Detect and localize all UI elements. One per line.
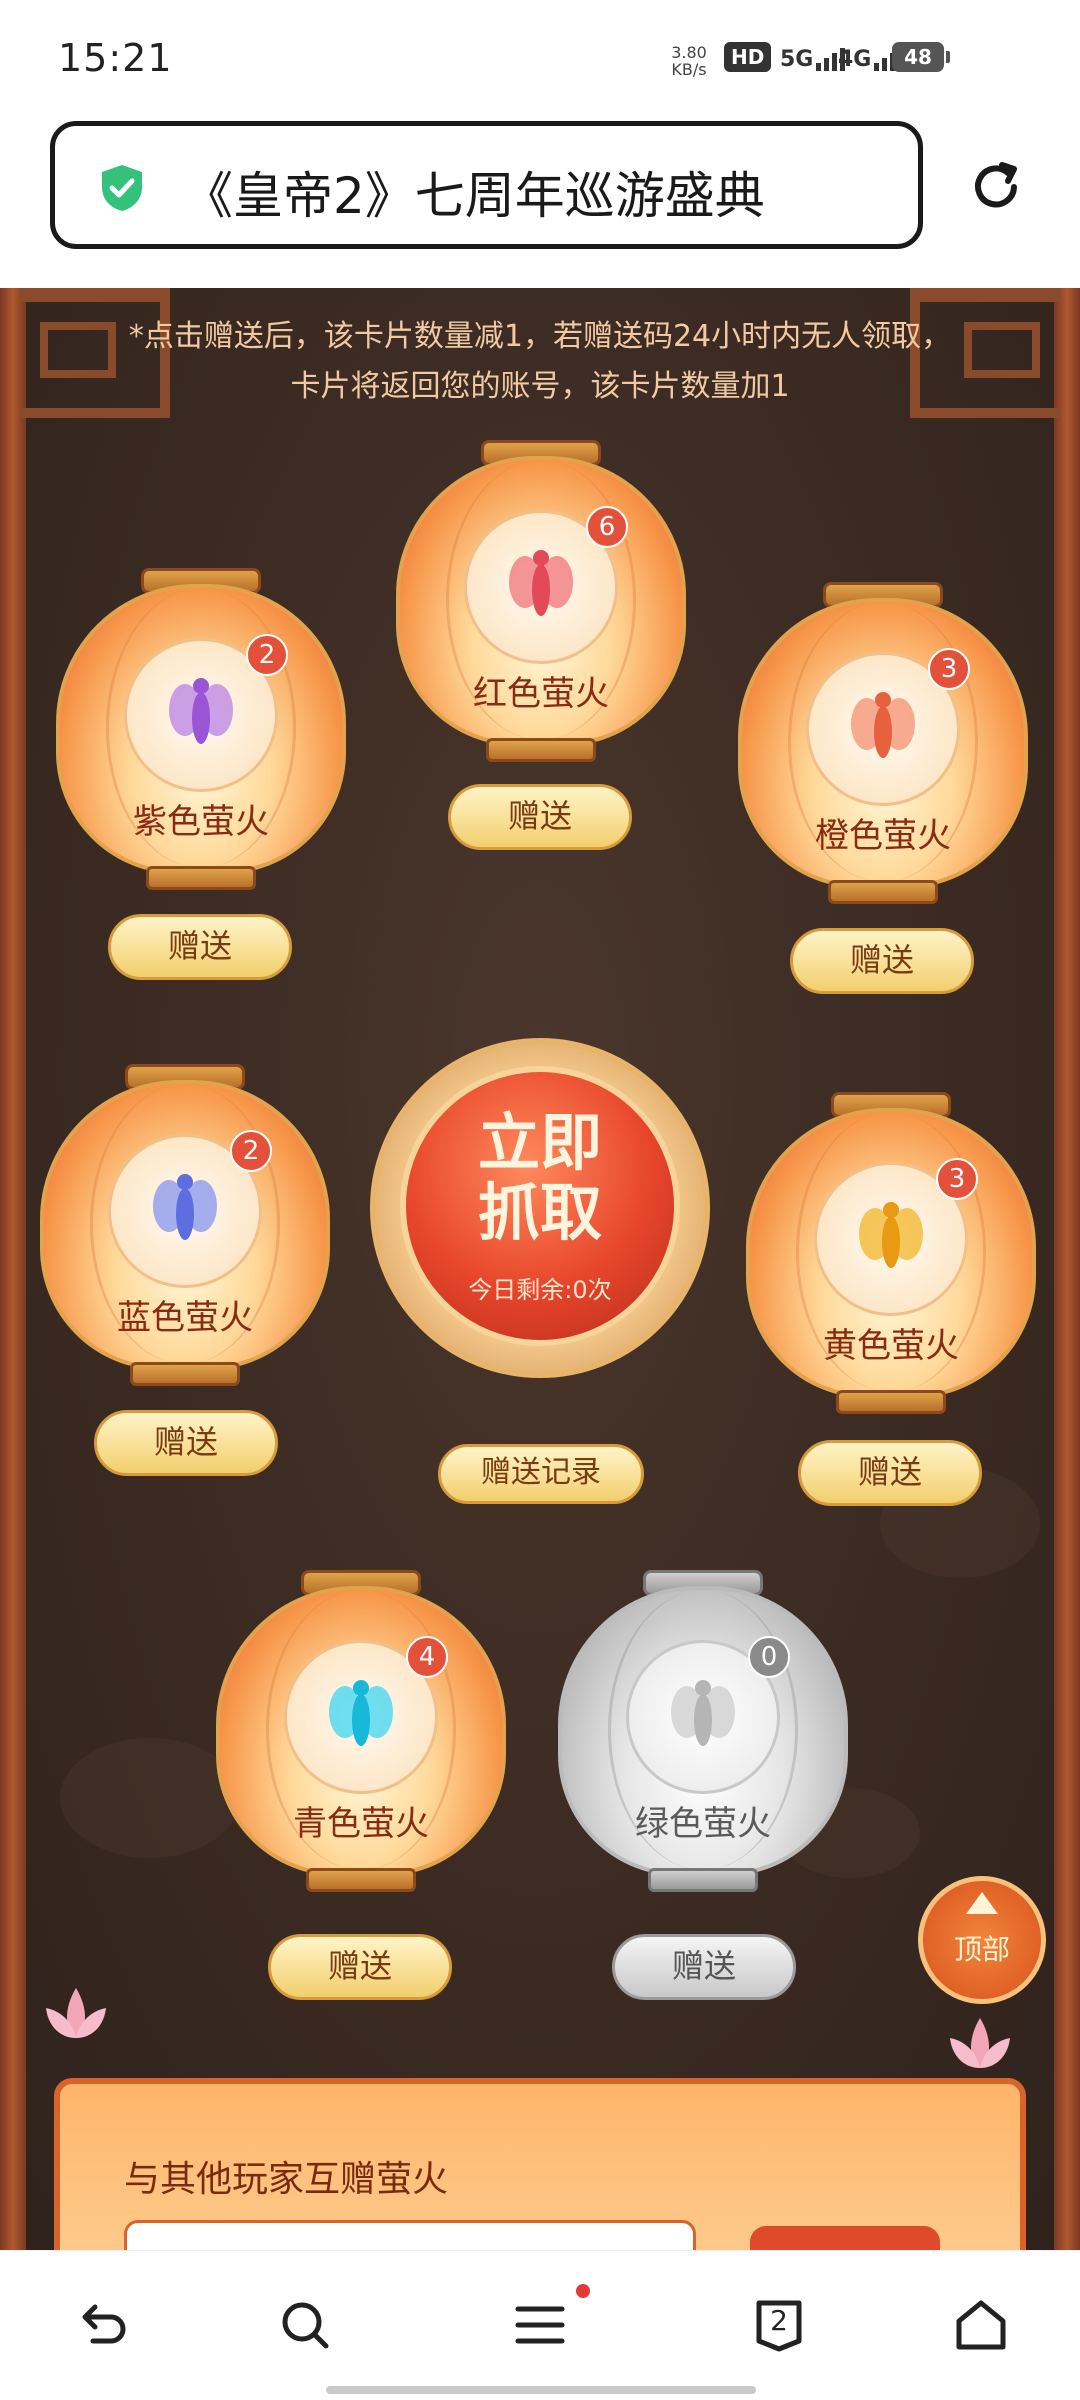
tabs-icon[interactable]: 2 <box>744 2290 814 2360</box>
signal-4g-label: 4G <box>838 46 872 72</box>
firefly-count-badge: 4 <box>406 1636 448 1678</box>
signal-5g-label: 5G <box>780 46 814 72</box>
give-button-orange[interactable]: 赠送 <box>790 928 974 994</box>
network-speed: 3.80 KB/s <box>668 44 710 78</box>
firefly-icon <box>671 1680 735 1746</box>
firefly-name: 红色萤火 <box>473 674 609 714</box>
shield-check-icon <box>102 165 142 211</box>
give-button-green[interactable]: 赠送 <box>612 1934 796 2000</box>
firefly-count-badge: 2 <box>230 1130 272 1172</box>
home-indicator <box>326 2386 756 2394</box>
give-button-yellow[interactable]: 赠送 <box>798 1440 982 1506</box>
firefly-icon <box>859 1202 923 1268</box>
firefly-icon <box>851 692 915 758</box>
signal-5g-icon: 5G <box>780 42 846 76</box>
firefly-count-badge: 3 <box>936 1158 978 1200</box>
menu-icon[interactable] <box>505 2290 575 2360</box>
firefly-name: 橙色萤火 <box>815 816 951 856</box>
frame-right <box>1054 288 1080 2250</box>
network-speed-value: 3.80 <box>671 43 707 62</box>
give-button-cyan[interactable]: 赠送 <box>268 1934 452 2000</box>
gift-code-input[interactable] <box>124 2220 696 2250</box>
lantern-blue: 2 蓝色萤火 <box>40 1064 330 1394</box>
status-time: 15:21 <box>58 36 173 80</box>
gift-notice: *点击赠送后，该卡片数量减1，若赠送码24小时内无人领取，卡片将返回您的账号，该… <box>128 319 952 404</box>
give-button-blue[interactable]: 赠送 <box>94 1410 278 1476</box>
grab-now-label: 立即 抓取 <box>400 1108 680 1248</box>
grab-now-line2: 抓取 <box>477 1176 602 1249</box>
lotus-icon <box>46 1988 106 2038</box>
lantern-green: 0 绿色萤火 <box>558 1570 848 1900</box>
lantern-orange: 3 橙色萤火 <box>738 582 1028 912</box>
reload-icon[interactable] <box>966 157 1026 217</box>
lotus-icon <box>950 2018 1010 2068</box>
give-button-red[interactable]: 赠送 <box>448 784 632 850</box>
lantern-cyan: 4 青色萤火 <box>216 1570 506 1900</box>
firefly-icon <box>329 1680 393 1746</box>
lantern-purple: 2 紫色萤火 <box>56 568 346 898</box>
firefly-count-badge: 6 <box>586 506 628 548</box>
tab-count: 2 <box>770 2304 788 2337</box>
gift-record-button[interactable]: 赠送记录 <box>438 1444 644 1504</box>
back-to-top-label: 顶部 <box>953 1933 1010 1966</box>
home-icon[interactable] <box>946 2290 1016 2360</box>
frame-left <box>0 288 26 2250</box>
firefly-name: 绿色萤火 <box>635 1804 771 1844</box>
back-icon[interactable] <box>66 2290 136 2360</box>
network-speed-unit: KB/s <box>671 60 707 79</box>
status-bar: 15:21 3.80 KB/s HD 5G 4G 48 <box>0 0 1080 110</box>
firefly-icon <box>169 678 233 744</box>
lantern-red: 6 红色萤火 <box>396 440 686 770</box>
exchange-submit-button[interactable] <box>750 2226 940 2250</box>
exchange-panel-title: 与其他玩家互赠萤火 <box>124 2159 449 2200</box>
battery-icon: 48 <box>892 42 950 72</box>
hd-icon: HD <box>724 42 772 72</box>
notification-dot <box>576 2284 590 2298</box>
lantern-yellow: 3 黄色萤火 <box>746 1092 1036 1422</box>
up-arrow-icon <box>966 1892 998 1914</box>
firefly-name: 紫色萤火 <box>133 802 269 842</box>
page-title: 《皇帝2》七周年巡游盛典 <box>183 167 765 225</box>
firefly-name: 蓝色萤火 <box>117 1298 253 1338</box>
firefly-count-badge: 3 <box>928 648 970 690</box>
firefly-icon <box>509 550 573 616</box>
give-button-purple[interactable]: 赠送 <box>108 914 292 980</box>
firefly-icon <box>153 1174 217 1240</box>
firefly-name: 青色萤火 <box>293 1804 429 1844</box>
firefly-count-badge: 0 <box>748 1636 790 1678</box>
lily-pad-decoration <box>60 1738 240 1858</box>
remaining-attempts: 今日剩余:0次 <box>468 1276 612 1304</box>
search-icon[interactable] <box>270 2290 340 2360</box>
firefly-name: 黄色萤火 <box>823 1326 959 1366</box>
firefly-count-badge: 2 <box>246 634 288 676</box>
address-bar[interactable]: 《皇帝2》七周年巡游盛典 <box>50 121 923 249</box>
event-page: *点击赠送后，该卡片数量减1，若赠送码24小时内无人领取，卡片将返回您的账号，该… <box>0 288 1080 2250</box>
grab-now-line1: 立即 <box>477 1106 602 1179</box>
